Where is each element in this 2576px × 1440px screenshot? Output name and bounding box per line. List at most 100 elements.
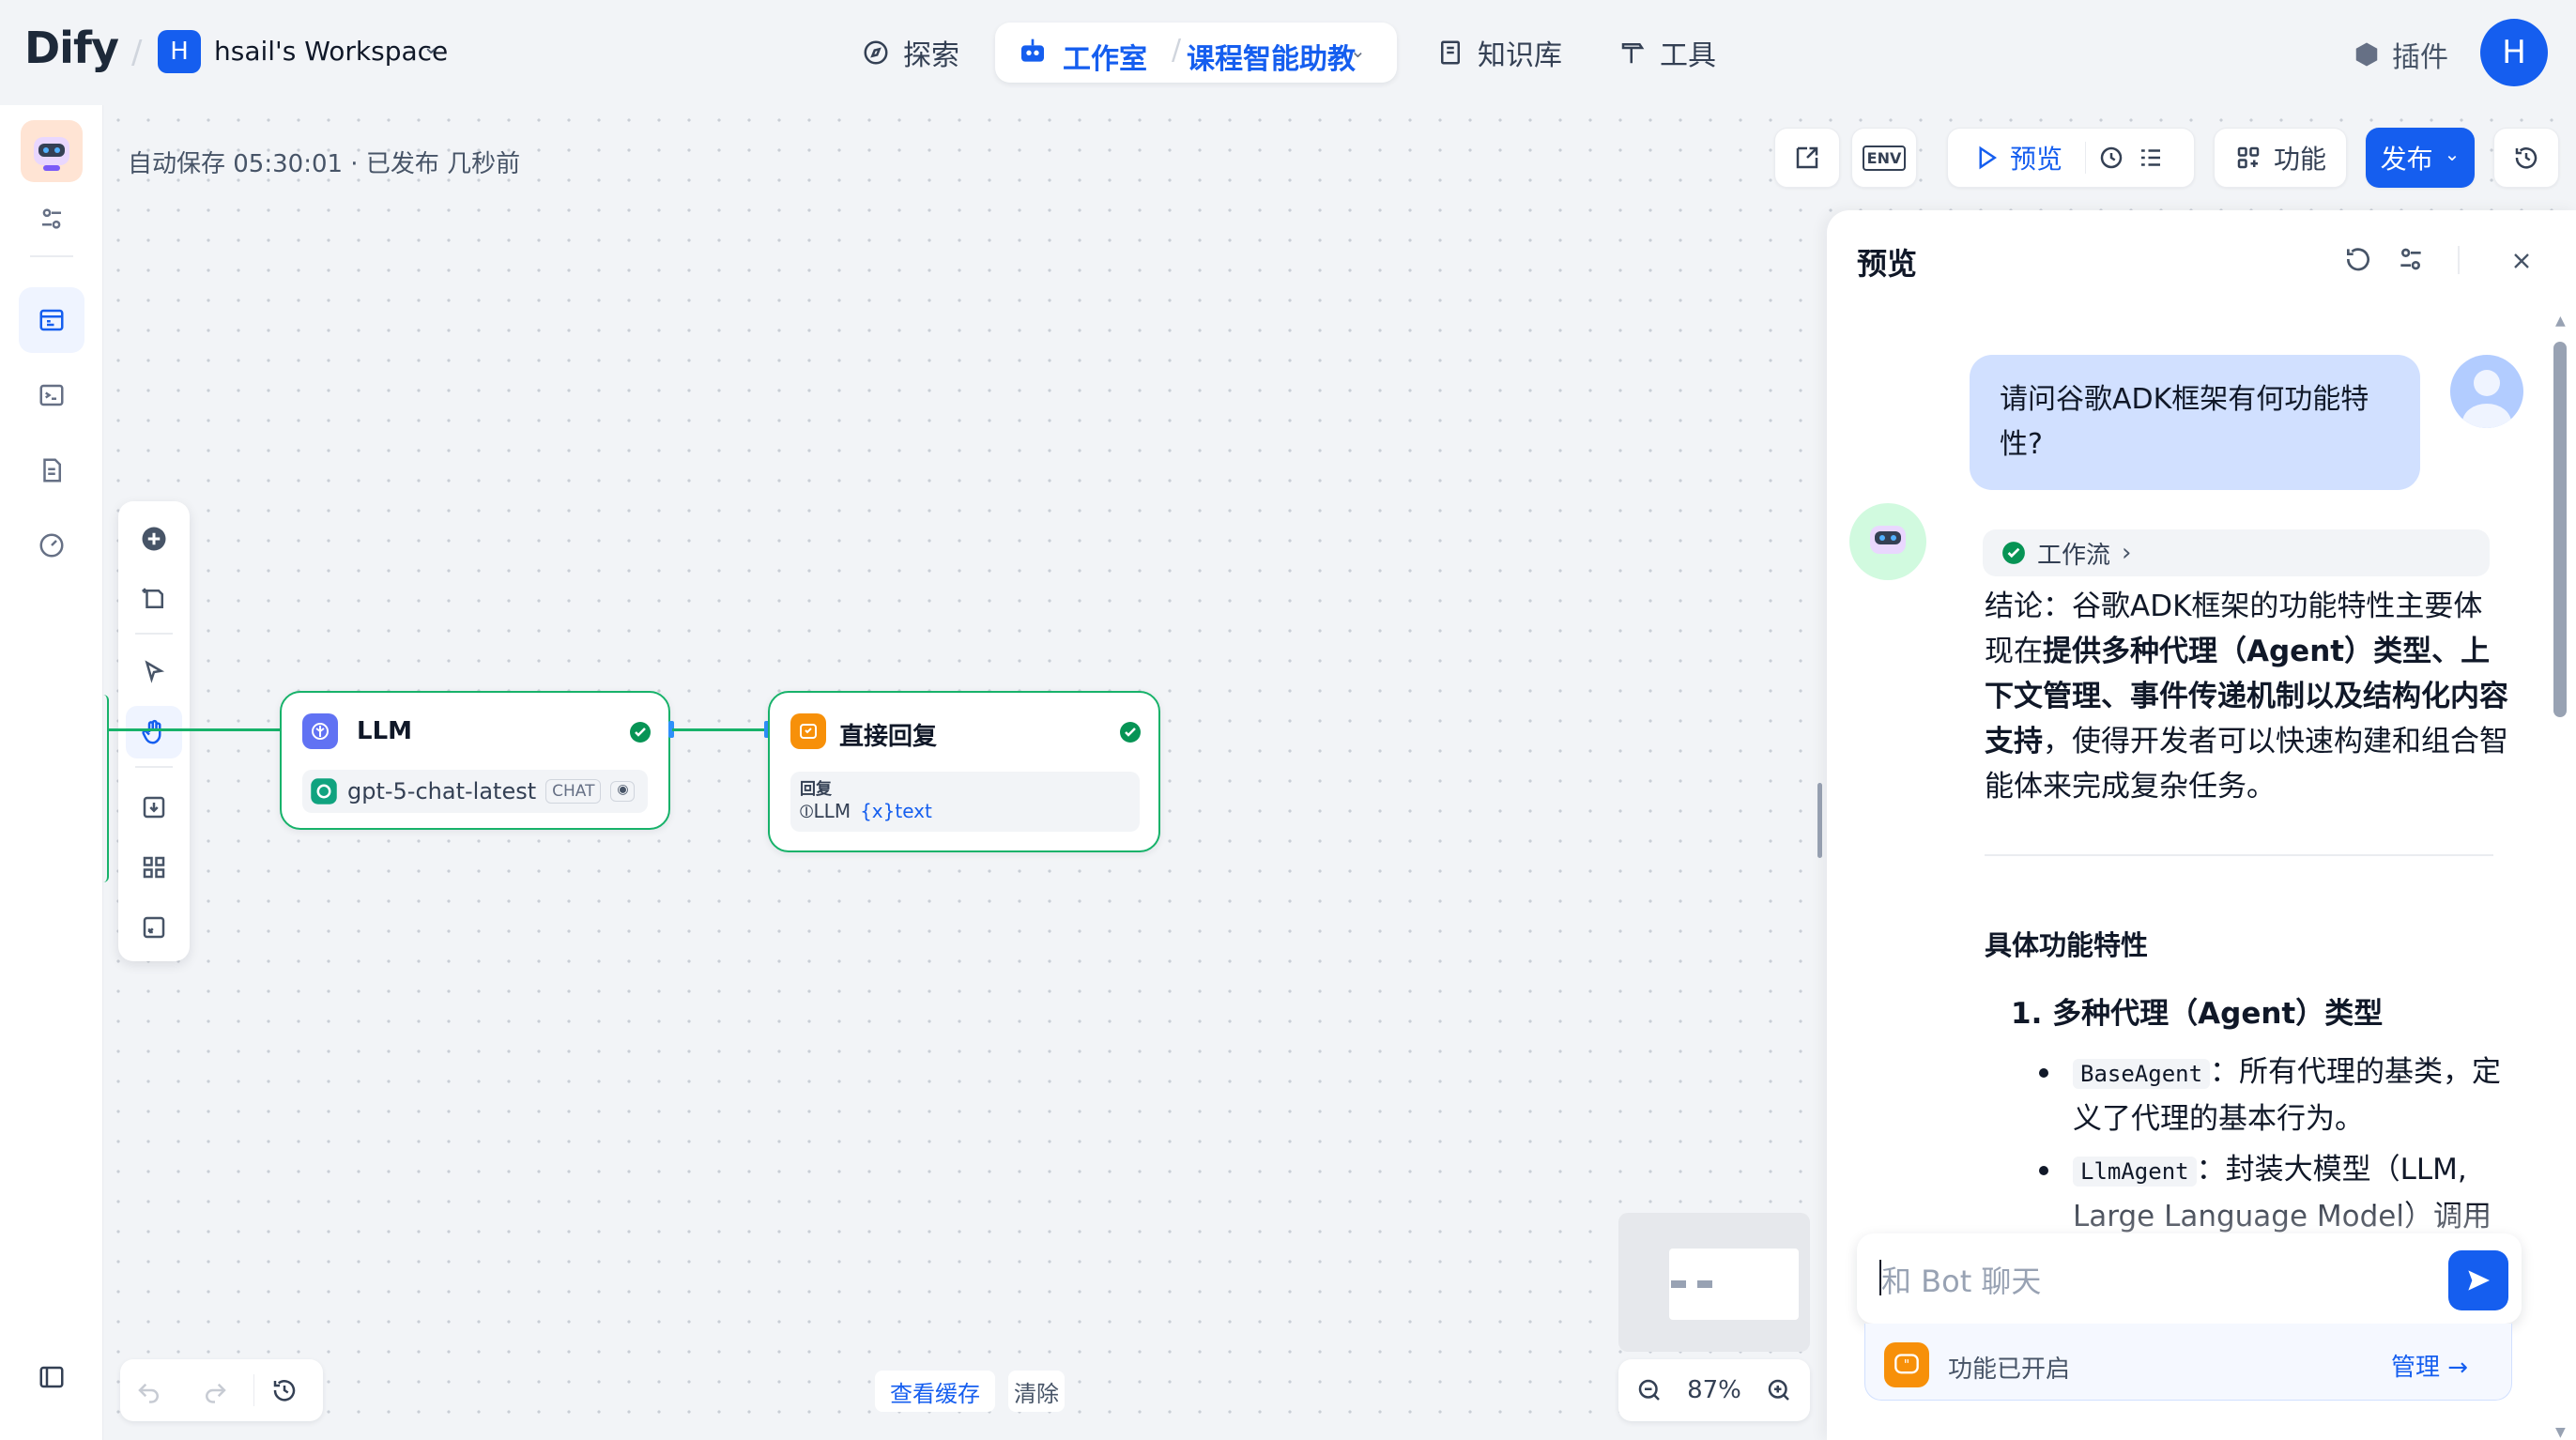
success-check-icon [1120, 722, 1141, 743]
toolbar-divider [253, 1374, 254, 1406]
ordered-list-item: 1. 多种代理（Agent）类型 [2011, 997, 2384, 1031]
export-image-button[interactable] [126, 781, 182, 834]
answer-field: 回复 ⦶LLM {x}text [790, 772, 1140, 832]
sidebar-item-api[interactable] [19, 362, 84, 428]
undo-icon[interactable] [135, 1376, 163, 1404]
top-navigation-bar: Dify / H hsail's Workspace ⌄ 探索 工作室 / 课程… [0, 0, 2576, 105]
chevron-down-icon: ⌄ [2444, 143, 2461, 165]
code-inline: BaseAgent [2073, 1059, 2211, 1089]
send-icon [2468, 1270, 2490, 1291]
workflow-process-chip[interactable]: 工作流 › [1983, 529, 2490, 576]
chevron-right-icon: › [2122, 539, 2132, 567]
features-enabled-label: 功能已开启 [1948, 1356, 2071, 1384]
user-avatar[interactable]: H [2480, 19, 2548, 86]
app-icon[interactable] [21, 120, 83, 182]
sidebar-item-orchestrate[interactable] [19, 287, 84, 353]
model-mode-badge: CHAT [545, 779, 602, 804]
eye-icon: ◉ [610, 781, 636, 802]
preview-toolbar-group: 预览 [1947, 128, 2195, 188]
env-button[interactable]: ENV [1851, 128, 1917, 188]
image-download-icon [143, 796, 165, 819]
current-app-name[interactable]: 课程智能助教 [1187, 36, 1356, 77]
send-button[interactable] [2448, 1250, 2508, 1310]
success-check-icon [630, 722, 651, 743]
preview-button[interactable]: 预览 [1972, 139, 2062, 176]
robot-icon [34, 137, 69, 171]
answer-variable[interactable]: ⦶LLM {x}text [800, 800, 932, 822]
minimap[interactable] [1618, 1213, 1810, 1352]
bot-answer-paragraph: 结论：谷歌ADK框架的功能特性主要体现在提供多种代理（Agent）类型、上下文管… [1985, 590, 2508, 804]
close-icon[interactable] [2508, 248, 2535, 274]
dify-logo[interactable]: Dify [24, 23, 119, 73]
sliders-icon [42, 208, 61, 229]
panel-resize-handle[interactable] [1817, 783, 1822, 858]
view-cache-button[interactable]: 查看缓存 [875, 1371, 995, 1412]
note-icon [142, 588, 163, 608]
organize-blocks-button[interactable] [126, 841, 182, 894]
nav-explore[interactable]: 探索 [862, 32, 959, 73]
grid-plus-icon [2237, 146, 2260, 169]
chevron-down-icon[interactable]: ⌄ [1350, 39, 1366, 62]
llm-node[interactable]: LLM gpt-5-chat-latest CHAT ◉ [280, 691, 670, 830]
version-history-button[interactable] [2493, 128, 2559, 188]
scroll-down-arrow: ▼ [2555, 1425, 2566, 1440]
user-message: 请问谷歌ADK框架有何功能特性? [1970, 355, 2420, 490]
chat-input-box[interactable]: 和 Bot 聊天 [1857, 1233, 2522, 1324]
edge-llm-answer [672, 728, 770, 731]
code-inline: LlmAgent [2073, 1157, 2197, 1187]
zoom-out-icon[interactable] [1635, 1376, 1664, 1404]
publish-button[interactable]: 发布 ⌄ [2366, 128, 2475, 188]
nav-knowledge[interactable]: 知识库 [1436, 32, 1562, 73]
sidebar-item-logs[interactable] [19, 437, 84, 503]
checklist-button[interactable] [1774, 128, 1840, 188]
maximize-canvas-button[interactable] [126, 901, 182, 954]
cursor-icon [145, 660, 165, 683]
clear-cache-button[interactable]: 清除 [1008, 1371, 1065, 1412]
nav-tools[interactable]: 工具 [1618, 32, 1716, 73]
answer-divider [1985, 854, 2493, 856]
workflow-icon [39, 309, 64, 331]
redo-icon[interactable] [201, 1376, 229, 1404]
scroll-up-arrow: ▲ [2555, 314, 2566, 329]
add-note-button[interactable] [126, 573, 182, 625]
app-settings-button[interactable] [19, 186, 84, 252]
expand-icon [1796, 146, 1818, 169]
answer-field-label: 回复 [800, 780, 832, 799]
plugins-button[interactable]: 插件 [2353, 34, 2448, 75]
nav-studio[interactable]: 工作室 / 课程智能助教 ⌄ [995, 23, 1397, 83]
node-palette [118, 501, 190, 961]
llm-icon [302, 713, 338, 749]
chat-input-placeholder: 和 Bot 聊天 [1881, 1264, 2042, 1299]
history-icon [2515, 147, 2538, 169]
manage-features-link[interactable]: 管理 → [2391, 1348, 2468, 1383]
layout-grid-icon [143, 856, 165, 879]
history-icon[interactable] [270, 1376, 299, 1404]
list-icon[interactable] [2137, 144, 2165, 172]
workspace-avatar[interactable]: H [158, 30, 201, 73]
restart-icon[interactable] [2343, 244, 2373, 274]
zoom-in-icon[interactable] [1765, 1376, 1793, 1404]
workflow-chip-label: 工作流 [2037, 541, 2111, 570]
model-selector[interactable]: gpt-5-chat-latest CHAT ◉ [302, 770, 648, 813]
user-avatar-icon [2450, 355, 2523, 428]
answer-node[interactable]: 直接回复 回复 ⦶LLM {x}text [768, 691, 1160, 852]
plugins-label: 插件 [2392, 41, 2448, 74]
run-history-icon[interactable] [2097, 144, 2125, 172]
scrollbar-thumb[interactable] [2553, 342, 2567, 717]
nav-explore-label: 探索 [903, 39, 959, 72]
minimap-viewport [1669, 1249, 1799, 1320]
sidebar-item-monitoring[interactable] [19, 513, 84, 578]
features-button[interactable]: 功能 [2214, 128, 2347, 188]
workspace-name[interactable]: hsail's Workspace [214, 36, 448, 67]
variables-settings-icon[interactable] [2396, 244, 2426, 274]
pointer-mode-button[interactable] [126, 646, 182, 698]
add-node-button[interactable] [126, 513, 182, 565]
arrow-right-icon: → [2447, 1354, 2469, 1382]
cube-icon [2355, 42, 2378, 67]
zoom-level[interactable]: 87% [1687, 1376, 1741, 1404]
preview-title: 预览 [1857, 246, 1918, 282]
hand-mode-button[interactable] [126, 706, 182, 758]
bot-avatar-icon [1849, 503, 1926, 580]
toggle-sidebar-button[interactable] [19, 1344, 84, 1410]
chevron-down-icon[interactable]: ⌄ [422, 36, 439, 59]
